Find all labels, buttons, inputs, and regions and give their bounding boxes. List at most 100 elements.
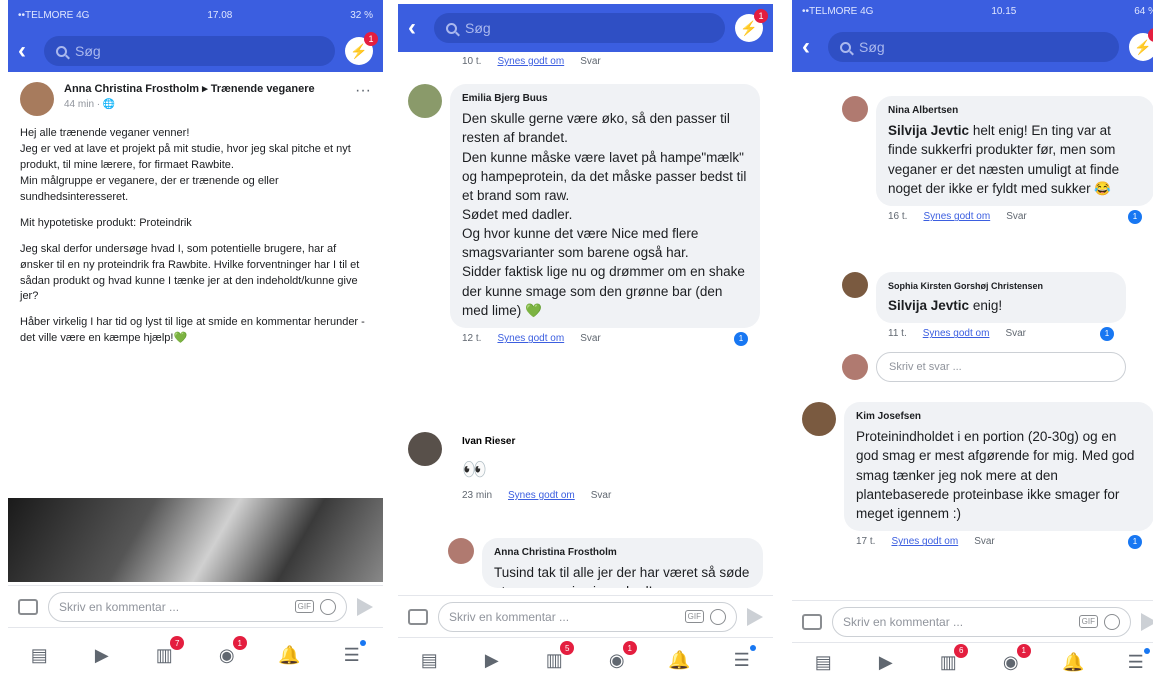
avatar[interactable] xyxy=(802,402,836,436)
back-icon[interactable]: ‹ xyxy=(408,16,424,40)
reply-link[interactable]: Svar xyxy=(580,56,601,67)
comment-author[interactable]: Emilia Bjerg Buus xyxy=(462,92,748,106)
comment-author[interactable]: Sophia Kirsten Gorshøj Christensen xyxy=(888,280,1114,293)
news-feed-icon[interactable]: ▤ xyxy=(417,649,441,671)
send-icon[interactable] xyxy=(1141,612,1153,631)
sticker-icon[interactable] xyxy=(710,608,726,625)
like-link[interactable]: Synes godt om xyxy=(497,333,564,344)
reply-link[interactable]: Svar xyxy=(974,536,995,547)
post-paragraph: Jeg skal derfor undersøge hvad I, som po… xyxy=(20,242,360,303)
comment-composer: Skriv en kommentar ... GIF xyxy=(8,585,383,627)
like-count[interactable]: 1 xyxy=(734,331,748,346)
send-icon[interactable] xyxy=(747,607,763,626)
like-link[interactable]: Synes godt om xyxy=(923,328,990,339)
comment-text: Den skulle gerne være øko, så den passer… xyxy=(462,111,747,318)
reply-link[interactable]: Svar xyxy=(580,333,601,344)
like-count[interactable]: 1 xyxy=(1128,209,1142,224)
avatar[interactable] xyxy=(20,82,54,116)
post-author[interactable]: Anna Christina Frostholm ▸ Trænende vega… xyxy=(64,82,315,97)
search-input[interactable]: Søg xyxy=(44,36,335,66)
camera-icon[interactable] xyxy=(802,613,822,630)
comment-author[interactable]: Kim Josefsen xyxy=(856,410,1142,424)
comment-author[interactable]: Nina Albertsen xyxy=(888,104,1142,118)
groups-icon[interactable]: ◉ 1 xyxy=(605,641,637,671)
mention[interactable]: Silvija Jevtic xyxy=(888,298,969,313)
carrier: ••TELMORE 4G xyxy=(18,9,90,21)
like-count[interactable]: 1 xyxy=(1100,326,1114,341)
watch-icon[interactable]: ▶ xyxy=(90,644,114,666)
comment-input[interactable]: Skriv en kommentar ... GIF xyxy=(438,601,737,632)
like-link[interactable]: Synes godt om xyxy=(508,490,575,501)
camera-icon[interactable] xyxy=(408,608,428,625)
reply-link[interactable]: Svar xyxy=(591,490,612,501)
news-feed-icon[interactable]: ▤ xyxy=(27,644,51,666)
search-input[interactable]: Søg xyxy=(828,32,1119,62)
back-icon[interactable]: ‹ xyxy=(18,39,34,63)
menu-icon[interactable]: ☰ xyxy=(730,645,756,671)
marketplace-icon[interactable]: ▥ 7 xyxy=(152,636,185,666)
sticker-icon[interactable] xyxy=(1104,613,1120,630)
back-icon[interactable]: ‹ xyxy=(802,35,818,59)
camera-icon[interactable] xyxy=(18,598,38,615)
marketplace-icon[interactable]: ▥ 5 xyxy=(542,641,575,671)
marketplace-icon[interactable]: ▥ 6 xyxy=(936,643,969,674)
top-bar: ‹ Søg ⚡1 xyxy=(8,30,383,72)
more-options-icon[interactable]: ··· xyxy=(355,82,371,116)
news-feed-icon[interactable]: ▤ xyxy=(811,652,835,674)
watch-icon[interactable]: ▶ xyxy=(480,649,504,671)
comment-time: 16 t. xyxy=(888,211,908,223)
search-placeholder: Søg xyxy=(859,39,885,55)
reply-input[interactable]: Skriv et svar ... xyxy=(876,352,1126,382)
notifications-icon[interactable]: 🔔 xyxy=(277,644,301,666)
avatar[interactable] xyxy=(842,96,868,122)
avatar[interactable] xyxy=(408,84,442,118)
notifications-icon[interactable]: 🔔 xyxy=(1061,652,1085,674)
badge: 1 xyxy=(622,641,637,655)
notifications-icon[interactable]: 🔔 xyxy=(667,649,691,671)
comment-bubble: Anna Christina Frostholm Tusind tak til … xyxy=(482,538,763,588)
menu-icon[interactable]: ☰ xyxy=(1124,647,1150,674)
comment-input[interactable]: Skriv en kommentar ... GIF xyxy=(832,606,1131,637)
groups-icon[interactable]: ◉ 1 xyxy=(999,643,1031,674)
post-paragraph: Hej alle trænende veganer venner! Jeg er… xyxy=(20,127,351,203)
gif-icon[interactable]: GIF xyxy=(1078,615,1098,628)
post-paragraph: Håber virkelig I har tid og lyst til lig… xyxy=(20,316,365,345)
badge: 1 xyxy=(1016,643,1031,658)
comment: Sophia Kirsten Gorshøj Christensen Silvi… xyxy=(832,272,1153,345)
like-count[interactable]: 1 xyxy=(1128,534,1142,549)
reply-link[interactable]: Svar xyxy=(1005,328,1026,339)
avatar[interactable] xyxy=(448,538,474,564)
send-icon[interactable] xyxy=(357,597,373,616)
comment-author[interactable]: Ivan Rieser xyxy=(462,436,611,447)
post-image[interactable] xyxy=(8,498,383,582)
comment: Anna Christina Frostholm Tusind tak til … xyxy=(438,538,773,588)
comment: Kim Josefsen Proteinindholdet i en porti… xyxy=(792,402,1153,553)
comment-time: 23 min xyxy=(462,490,493,501)
gif-icon[interactable]: GIF xyxy=(684,610,704,623)
messenger-icon[interactable]: ⚡1 xyxy=(1129,28,1153,61)
avatar[interactable] xyxy=(408,432,442,466)
search-input[interactable]: Søg xyxy=(434,13,725,43)
like-link[interactable]: Synes godt om xyxy=(891,536,958,547)
menu-icon[interactable]: ☰ xyxy=(340,640,366,666)
top-bar: ‹ Søg ⚡1 xyxy=(398,4,773,52)
messenger-icon[interactable]: ⚡1 xyxy=(345,32,378,65)
like-link[interactable]: Synes godt om xyxy=(497,56,564,67)
menu-dot xyxy=(1143,647,1150,654)
comment-bubble: Nina Albertsen Silvija Jevtic helt enig!… xyxy=(876,96,1153,206)
comment-text: enig! xyxy=(969,297,1003,313)
messenger-icon[interactable]: ⚡1 xyxy=(735,9,768,42)
comment-placeholder: Skriv en kommentar ... xyxy=(59,599,180,614)
like-link[interactable]: Synes godt om xyxy=(923,211,990,222)
comment-placeholder: Skriv en kommentar ... xyxy=(843,614,964,629)
watch-icon[interactable]: ▶ xyxy=(874,652,898,674)
sticker-icon[interactable] xyxy=(320,598,336,615)
comment: Ivan Rieser 👀 23 min Synes godt om Svar xyxy=(398,432,773,505)
comment-author[interactable]: Anna Christina Frostholm xyxy=(494,546,751,560)
gif-icon[interactable]: GIF xyxy=(294,600,314,613)
groups-icon[interactable]: ◉ 1 xyxy=(215,636,247,666)
reply-link[interactable]: Svar xyxy=(1006,211,1027,222)
mention[interactable]: Silvija Jevtic xyxy=(888,123,969,138)
comment-input[interactable]: Skriv en kommentar ... GIF xyxy=(48,591,347,622)
avatar[interactable] xyxy=(842,272,868,298)
